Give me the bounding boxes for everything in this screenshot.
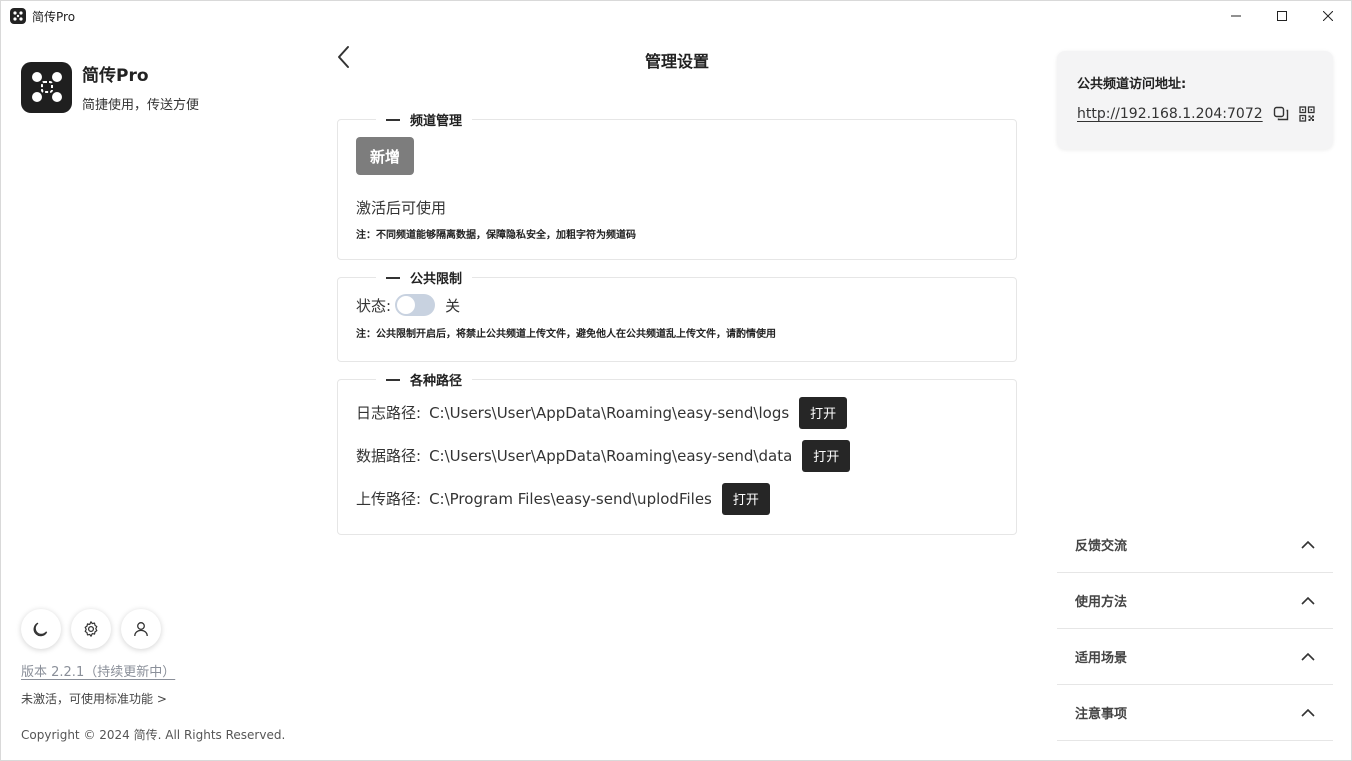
address-row: http://192.168.1.204:7072 [1077,106,1315,122]
path-row-upload: 上传路径: C:\Program Files\easy-send\uplodFi… [356,477,998,520]
app-window: 简传Pro 简传Pro 简捷使用，传送方便 版本 2.2.1（持续更新中） 未激… [0,0,1352,761]
brand-slogan: 简捷使用，传送方便 [82,98,200,113]
public-limit-switch[interactable] [395,294,436,316]
close-button[interactable] [1305,1,1351,31]
copy-button[interactable] [1273,106,1289,122]
open-logs-button[interactable]: 打开 [799,396,848,429]
public-address-card: 公共频道访问地址: http://192.168.1.204:7072 [1057,51,1333,149]
app-icon [10,8,26,24]
account-button[interactable] [121,609,161,649]
path-row-data: 数据路径: C:\Users\User\AppData\Roaming\easy… [356,434,998,477]
sidebar: 简传Pro 简捷使用，传送方便 版本 2.2.1（持续更新中） 未激活，可使用标… [1,31,301,761]
public-limit-note: 注：公共限制开启后，将禁止公共频道上传文件，避免他人在公共频道乱上传文件，请酌情… [356,329,776,340]
status-row: 状态: 关 [356,294,998,316]
brand: 简传Pro 简捷使用，传送方便 [21,61,199,113]
brand-logo-icon [21,61,72,113]
path-label: 数据路径: [356,447,422,465]
accordion-item-notes[interactable]: 注意事项 [1057,685,1333,741]
public-limit-section: 公共限制 状态: 关 注：公共限制开启后，将禁止公共频道上传文件，避免他人在公共… [337,268,1017,362]
sidebar-tools [21,609,161,649]
open-data-button[interactable]: 打开 [802,439,851,472]
chevron-up-icon [1301,708,1315,717]
version-link[interactable]: 版本 2.2.1（持续更新中） [21,661,175,680]
settings-button[interactable] [71,609,111,649]
window-controls [1213,1,1351,31]
copyright-text: Copyright © 2024 简传. All Rights Reserved… [21,728,286,742]
path-value: C:\Users\User\AppData\Roaming\easy-send\… [429,446,793,465]
chevron-up-icon [1301,540,1315,549]
add-channel-button[interactable]: 新增 [356,137,414,175]
page-title: 管理设置 [644,52,709,71]
maximize-button[interactable] [1259,1,1305,31]
accordion-item-scenarios[interactable]: 适用场景 [1057,629,1333,685]
help-accordion: 反馈交流 使用方法 适用场景 注意事项 [1057,517,1333,741]
theme-toggle-button[interactable] [21,609,61,649]
maximize-icon [1277,11,1287,21]
switch-knob [397,296,416,314]
address-title: 公共频道访问地址: [1077,77,1187,92]
channel-note: 注：不同频道能够隔离数据，保障隐私安全，加粗字符为频道码 [356,230,636,241]
accordion-label: 适用场景 [1075,651,1128,666]
path-label: 上传路径: [356,490,422,508]
moon-icon [33,622,48,637]
activation-link[interactable]: 未激活，可使用标准功能 > [21,690,167,707]
minimize-icon [1231,15,1241,17]
chevron-up-icon [1301,596,1315,605]
channel-management-section: 频道管理 新增 激活后可使用 注：不同频道能够隔离数据，保障隐私安全，加粗字符为… [337,110,1017,260]
right-panel: 公共频道访问地址: http://192.168.1.204:7072 反馈交流… [1057,31,1333,761]
paths-section: 各种路径 日志路径: C:\Users\User\AppData\Roaming… [337,370,1017,535]
path-row-logs: 日志路径: C:\Users\User\AppData\Roaming\easy… [356,391,998,434]
accordion-label: 注意事项 [1075,707,1128,722]
title-bar: 简传Pro [1,1,1351,31]
public-limit-legend: 公共限制 [376,268,472,287]
accordion-item-usage[interactable]: 使用方法 [1057,573,1333,629]
open-upload-button[interactable]: 打开 [721,482,770,515]
chevron-up-icon [1301,652,1315,661]
paths-legend: 各种路径 [376,370,472,389]
close-icon [1323,11,1333,21]
status-label: 状态: [356,296,392,315]
accordion-label: 反馈交流 [1075,539,1128,554]
path-label: 日志路径: [356,404,422,422]
path-value: C:\Users\User\AppData\Roaming\easy-send\… [429,403,790,422]
path-value: C:\Program Files\easy-send\uplodFiles [429,489,712,508]
public-address-link[interactable]: http://192.168.1.204:7072 [1077,106,1263,122]
minimize-button[interactable] [1213,1,1259,31]
gear-icon [84,621,98,637]
qrcode-icon [1299,106,1315,122]
main-content: 管理设置 频道管理 新增 激活后可使用 注：不同频道能够隔离数据，保障隐私安全，… [337,31,1017,761]
accordion-item-feedback[interactable]: 反馈交流 [1057,517,1333,573]
user-icon [134,622,148,637]
accordion-label: 使用方法 [1075,595,1128,610]
qrcode-button[interactable] [1299,106,1315,122]
window-title: 简传Pro [32,9,76,24]
switch-state-label: 关 [445,296,461,315]
activate-hint: 激活后可使用 [356,199,447,217]
channel-management-legend: 频道管理 [376,110,472,129]
copy-icon [1273,106,1288,121]
brand-name: 简传Pro [82,66,149,86]
